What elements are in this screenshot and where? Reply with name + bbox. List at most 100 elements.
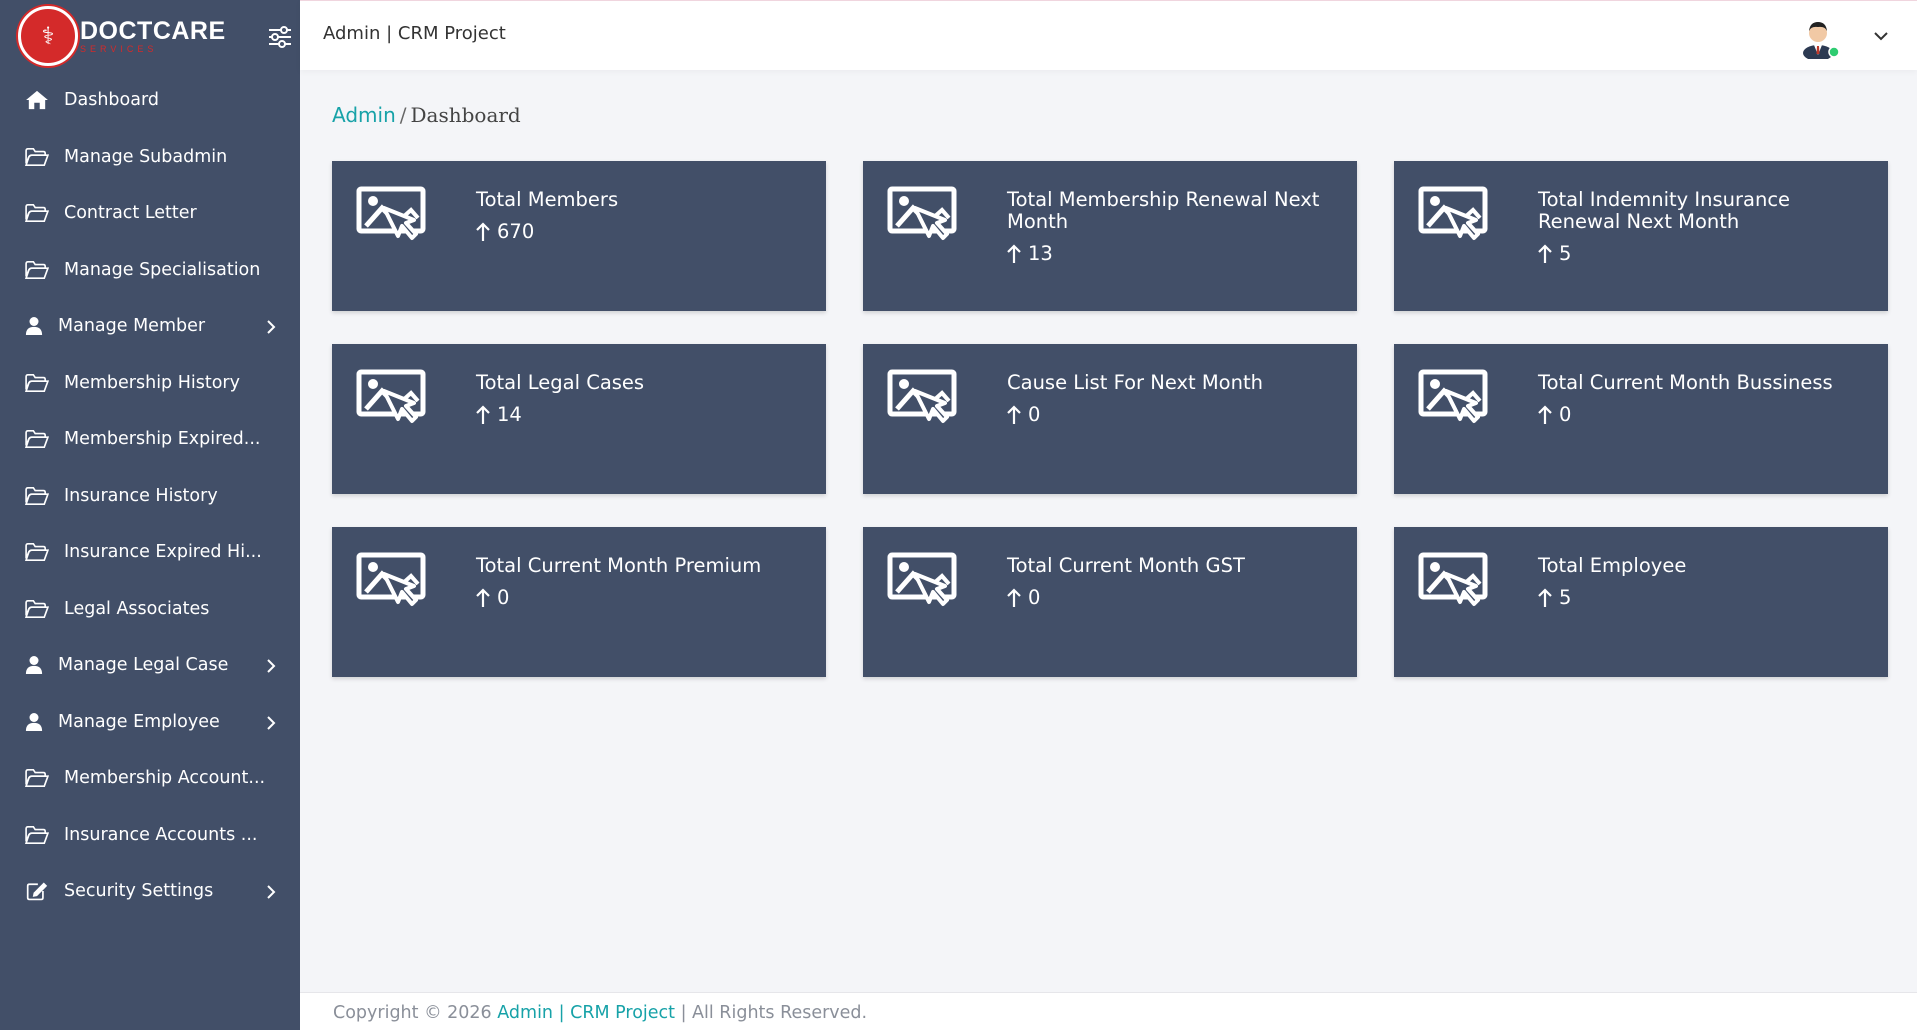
stat-card-total-membership-renewal-next-month[interactable]: Total Membership Renewal Next Month 13: [863, 161, 1357, 311]
sidebar-item-dashboard[interactable]: Dashboard: [0, 72, 300, 129]
breadcrumb-current: Dashboard: [410, 103, 521, 127]
image-placeholder-icon: [887, 186, 957, 244]
folder-open-icon: [24, 428, 50, 450]
breadcrumb-admin-link[interactable]: Admin: [332, 103, 396, 127]
sidebar-item-manage-legal-case[interactable]: Manage Legal Case: [0, 637, 300, 694]
sidebar-item-membership-expired[interactable]: Membership Expired...: [0, 411, 300, 468]
arrow-up-icon: [476, 587, 497, 608]
user-icon: [24, 654, 44, 676]
folder-open-icon: [24, 767, 50, 789]
stat-card-value: 13: [1028, 242, 1053, 265]
brand-logo[interactable]: ⚕ DOCTCARE SERVICES: [0, 0, 300, 72]
folder-open-icon: [24, 372, 50, 394]
sidebar-item-manage-employee[interactable]: Manage Employee: [0, 694, 300, 751]
home-icon: [24, 89, 50, 111]
sliders-menu-toggle-icon[interactable]: [268, 26, 292, 48]
footer-admin-link[interactable]: Admin: [497, 1003, 553, 1023]
sidebar-item-label: Security Settings: [64, 881, 214, 902]
user-avatar[interactable]: [1798, 15, 1842, 59]
stat-card-cause-list-for-next-month[interactable]: Cause List For Next Month 0: [863, 344, 1357, 494]
user-icon: [24, 711, 44, 733]
stat-card-value: 0: [1559, 403, 1572, 426]
arrow-up-icon: [1538, 404, 1559, 425]
folder-open-icon: [24, 485, 50, 507]
breadcrumb-separator: /: [399, 103, 407, 127]
sidebar-item-label: Manage Member: [58, 316, 206, 337]
sidebar-item-label: Insurance History: [64, 485, 218, 506]
chevron-right-icon: [264, 319, 278, 334]
stat-card-value: 0: [1028, 586, 1041, 609]
stat-card-total-indemnity-insurance-renewal-next-month[interactable]: Total Indemnity Insurance Renewal Next M…: [1394, 161, 1888, 311]
sidebar-item-contract-letter[interactable]: Contract Letter: [0, 185, 300, 242]
folder-open-icon: [24, 598, 50, 620]
stat-card-total-members[interactable]: Total Members 670: [332, 161, 826, 311]
sidebar-item-label: Contract Letter: [64, 203, 197, 224]
arrow-up-icon: [1007, 243, 1028, 264]
chevron-right-icon: [264, 884, 278, 899]
stat-card-title: Total Employee: [1538, 554, 1687, 577]
stat-card-value: 0: [497, 586, 510, 609]
stat-card-value: 5: [1559, 242, 1572, 265]
image-placeholder-icon: [1418, 186, 1488, 244]
edit-icon: [24, 880, 50, 902]
stat-card-total-employee[interactable]: Total Employee 5: [1394, 527, 1888, 677]
sidebar-item-insurance-accounts[interactable]: Insurance Accounts ...: [0, 807, 300, 864]
stat-card-title: Total Current Month GST: [1007, 554, 1245, 577]
sidebar-item-insurance-expired-hi[interactable]: Insurance Expired Hi...: [0, 524, 300, 581]
copyright-prefix: Copyright © 2026: [333, 1003, 492, 1023]
sidebar-item-manage-specialisation[interactable]: Manage Specialisation: [0, 242, 300, 299]
sidebar-item-insurance-history[interactable]: Insurance History: [0, 468, 300, 525]
stat-card-total-current-month-premium[interactable]: Total Current Month Premium 0: [332, 527, 826, 677]
sidebar-item-label: Membership History: [64, 372, 240, 393]
stat-card-title: Total Indemnity Insurance Renewal Next M…: [1538, 188, 1791, 233]
sidebar-item-label: Membership Expired...: [64, 429, 261, 450]
footer-suffix: | All Rights Reserved.: [680, 1003, 868, 1023]
stats-cards-grid: Total Members 670 Total Membership Renewal…: [332, 161, 1888, 677]
folder-open-icon: [24, 146, 50, 168]
breadcrumb: Admin / Dashboard: [332, 103, 521, 127]
footer: Copyright © 2026 Admin | CRM Project | A…: [300, 992, 1917, 1030]
sidebar-item-label: Manage Employee: [58, 711, 220, 732]
image-placeholder-icon: [356, 552, 426, 610]
chevron-right-icon: [264, 715, 278, 730]
stat-card-total-legal-cases[interactable]: Total Legal Cases 14: [332, 344, 826, 494]
sidebar-item-membership-account[interactable]: Membership Account...: [0, 750, 300, 807]
arrow-up-icon: [1007, 587, 1028, 608]
stat-card-title: Cause List For Next Month: [1007, 371, 1263, 394]
brand-tagline: SERVICES: [80, 43, 158, 54]
sidebar-item-label: Membership Account...: [64, 768, 266, 789]
sidebar-item-legal-associates[interactable]: Legal Associates: [0, 581, 300, 638]
sidebar-item-manage-member[interactable]: Manage Member: [0, 298, 300, 355]
stat-card-total-current-month-bussiness[interactable]: Total Current Month Bussiness 0: [1394, 344, 1888, 494]
arrow-up-icon: [476, 404, 497, 425]
sidebar-item-manage-subadmin[interactable]: Manage Subadmin: [0, 129, 300, 186]
sidebar: ⚕ DOCTCARE SERVICES Dashboard Manage Suba…: [0, 0, 300, 1030]
sidebar-item-label: Insurance Expired Hi...: [64, 542, 262, 563]
image-placeholder-icon: [1418, 369, 1488, 427]
chevron-down-icon[interactable]: [1872, 27, 1890, 45]
folder-open-icon: [24, 541, 50, 563]
footer-crm-link[interactable]: CRM Project: [570, 1003, 675, 1023]
copyright-text: Copyright © 2026 Admin | CRM Project | A…: [333, 1003, 867, 1023]
stat-card-value: 14: [497, 403, 522, 426]
header-title: Admin | CRM Project: [323, 23, 506, 44]
arrow-up-icon: [1007, 404, 1028, 425]
sidebar-item-security-settings[interactable]: Security Settings: [0, 863, 300, 920]
sidebar-item-membership-history[interactable]: Membership History: [0, 355, 300, 412]
sidebar-item-label: Dashboard: [64, 90, 159, 111]
image-placeholder-icon: [1418, 552, 1488, 610]
sidebar-item-label: Legal Associates: [64, 598, 210, 619]
arrow-up-icon: [1538, 587, 1559, 608]
stat-card-total-current-month-gst[interactable]: Total Current Month GST 0: [863, 527, 1357, 677]
folder-open-icon: [24, 824, 50, 846]
image-placeholder-icon: [356, 186, 426, 244]
sidebar-item-label: Manage Specialisation: [64, 259, 261, 280]
stat-card-value: 0: [1028, 403, 1041, 426]
stat-card-title: Total Membership Renewal Next Month: [1007, 188, 1320, 233]
image-placeholder-icon: [887, 552, 957, 610]
folder-open-icon: [24, 202, 50, 224]
chevron-right-icon: [264, 658, 278, 673]
stat-card-title: Total Current Month Bussiness: [1538, 371, 1833, 394]
user-icon: [24, 315, 44, 337]
sidebar-item-label: Insurance Accounts ...: [64, 824, 258, 845]
